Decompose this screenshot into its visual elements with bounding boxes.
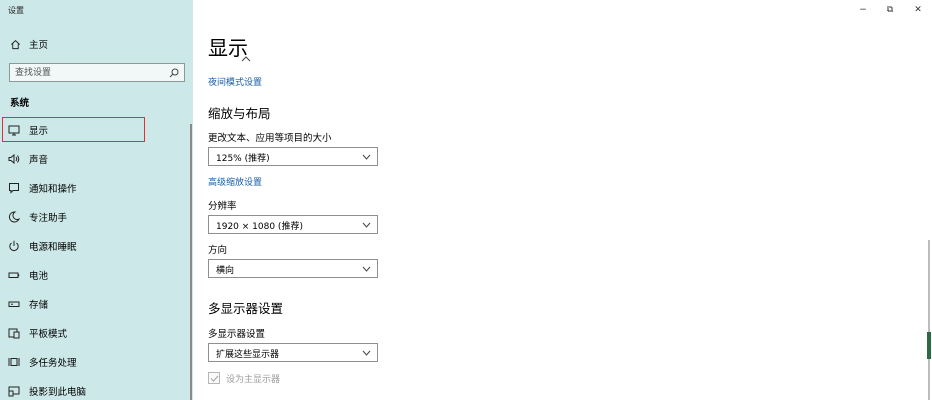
chevron-down-icon — [362, 350, 371, 356]
sidebar-item-display[interactable]: 显示 — [0, 117, 193, 143]
sidebar-item-multitasking[interactable]: 多任务处理 — [0, 349, 193, 375]
sidebar-item-battery[interactable]: 电池 — [0, 262, 193, 288]
tablet-icon — [8, 327, 20, 339]
projection-icon — [8, 385, 20, 397]
sidebar-item-notifications[interactable]: 通知和操作 — [0, 175, 193, 201]
resolution-label: 分辨率 — [208, 201, 237, 212]
multiple-displays-label: 多显示器设置 — [208, 329, 266, 340]
chevron-down-icon — [362, 266, 371, 272]
sidebar-item-label: 多任务处理 — [29, 358, 77, 369]
sidebar-item-label: 电池 — [29, 271, 49, 282]
app-title: 设置 — [8, 6, 24, 15]
chevron-down-icon — [362, 222, 371, 228]
sidebar-item-project-to-pc[interactable]: 投影到此电脑 — [0, 378, 193, 400]
home-nav-item[interactable]: 主页 — [10, 37, 48, 51]
moon-icon — [8, 211, 20, 223]
multitask-icon — [8, 356, 20, 368]
sidebar-item-label: 投影到此电脑 — [29, 387, 87, 398]
multiple-displays-dropdown-value: 扩展这些显示器 — [216, 350, 280, 360]
notification-icon — [8, 182, 20, 194]
battery-icon — [8, 269, 20, 281]
orientation-label: 方向 — [208, 245, 228, 256]
scale-dropdown-value: 125% (推荐) — [216, 154, 270, 164]
resolution-dropdown[interactable]: 1920 × 1080 (推荐) — [208, 215, 378, 234]
orientation-dropdown[interactable]: 横向 — [208, 259, 378, 278]
home-label: 主页 — [29, 40, 49, 51]
multiple-displays-dropdown[interactable]: 扩展这些显示器 — [208, 343, 378, 362]
sidebar-item-label: 平板模式 — [29, 329, 68, 340]
resolution-dropdown-value: 1920 × 1080 (推荐) — [216, 222, 303, 232]
chevron-down-icon — [362, 154, 371, 160]
main-scrollbar-thumb[interactable] — [927, 332, 931, 359]
sidebar-item-label: 电源和睡眠 — [29, 242, 77, 253]
minimize-button[interactable]: − — [856, 3, 870, 17]
sidebar-item-focus-assist[interactable]: 专注助手 — [0, 204, 193, 230]
sidebar-item-storage[interactable]: 存储 — [0, 291, 193, 317]
make-primary-checkbox[interactable] — [208, 372, 220, 384]
sidebar: 设置 主页 系统 显示 声音 通知和操作 专注助手 电源和睡眠 电池 存储 — [0, 0, 193, 400]
night-light-settings-link[interactable]: 夜间模式设置 — [208, 75, 262, 88]
orientation-dropdown-value: 横向 — [216, 266, 235, 276]
speaker-icon — [8, 153, 20, 165]
section-label: 系统 — [10, 98, 30, 109]
sidebar-item-label: 通知和操作 — [29, 184, 77, 195]
sidebar-item-label: 存储 — [29, 300, 49, 311]
power-icon — [8, 240, 20, 252]
advanced-scaling-link[interactable]: 高级缩放设置 — [208, 175, 262, 188]
sidebar-item-label: 专注助手 — [29, 213, 68, 224]
search-icon[interactable] — [169, 68, 179, 78]
main-scrollbar-track[interactable] — [928, 240, 930, 400]
scale-layout-heading: 缩放与布局 — [208, 106, 271, 121]
make-primary-label: 设为主显示器 — [226, 375, 281, 385]
multiple-displays-heading: 多显示器设置 — [208, 301, 284, 316]
text-size-label: 更改文本、应用等项目的大小 — [208, 133, 332, 144]
sidebar-item-label: 声音 — [29, 155, 49, 166]
close-button[interactable]: ✕ — [911, 3, 925, 17]
main-panel: − ⧉ ✕ 显示 夜间模式设置 缩放与布局 更改文本、应用等项目的大小 125%… — [193, 0, 932, 400]
sidebar-item-tablet-mode[interactable]: 平板模式 — [0, 320, 193, 346]
chevron-up-icon — [241, 56, 251, 62]
storage-icon — [8, 298, 20, 310]
search-input[interactable] — [15, 66, 165, 79]
maximize-button[interactable]: ⧉ — [883, 3, 897, 17]
selection-outline — [2, 117, 145, 142]
home-icon — [11, 39, 20, 49]
search-box[interactable] — [9, 63, 185, 82]
sidebar-item-power-sleep[interactable]: 电源和睡眠 — [0, 233, 193, 259]
checkmark-icon — [210, 375, 219, 382]
sidebar-scrollbar[interactable] — [190, 124, 192, 400]
scale-dropdown[interactable]: 125% (推荐) — [208, 147, 378, 166]
sidebar-item-sound[interactable]: 声音 — [0, 146, 193, 172]
